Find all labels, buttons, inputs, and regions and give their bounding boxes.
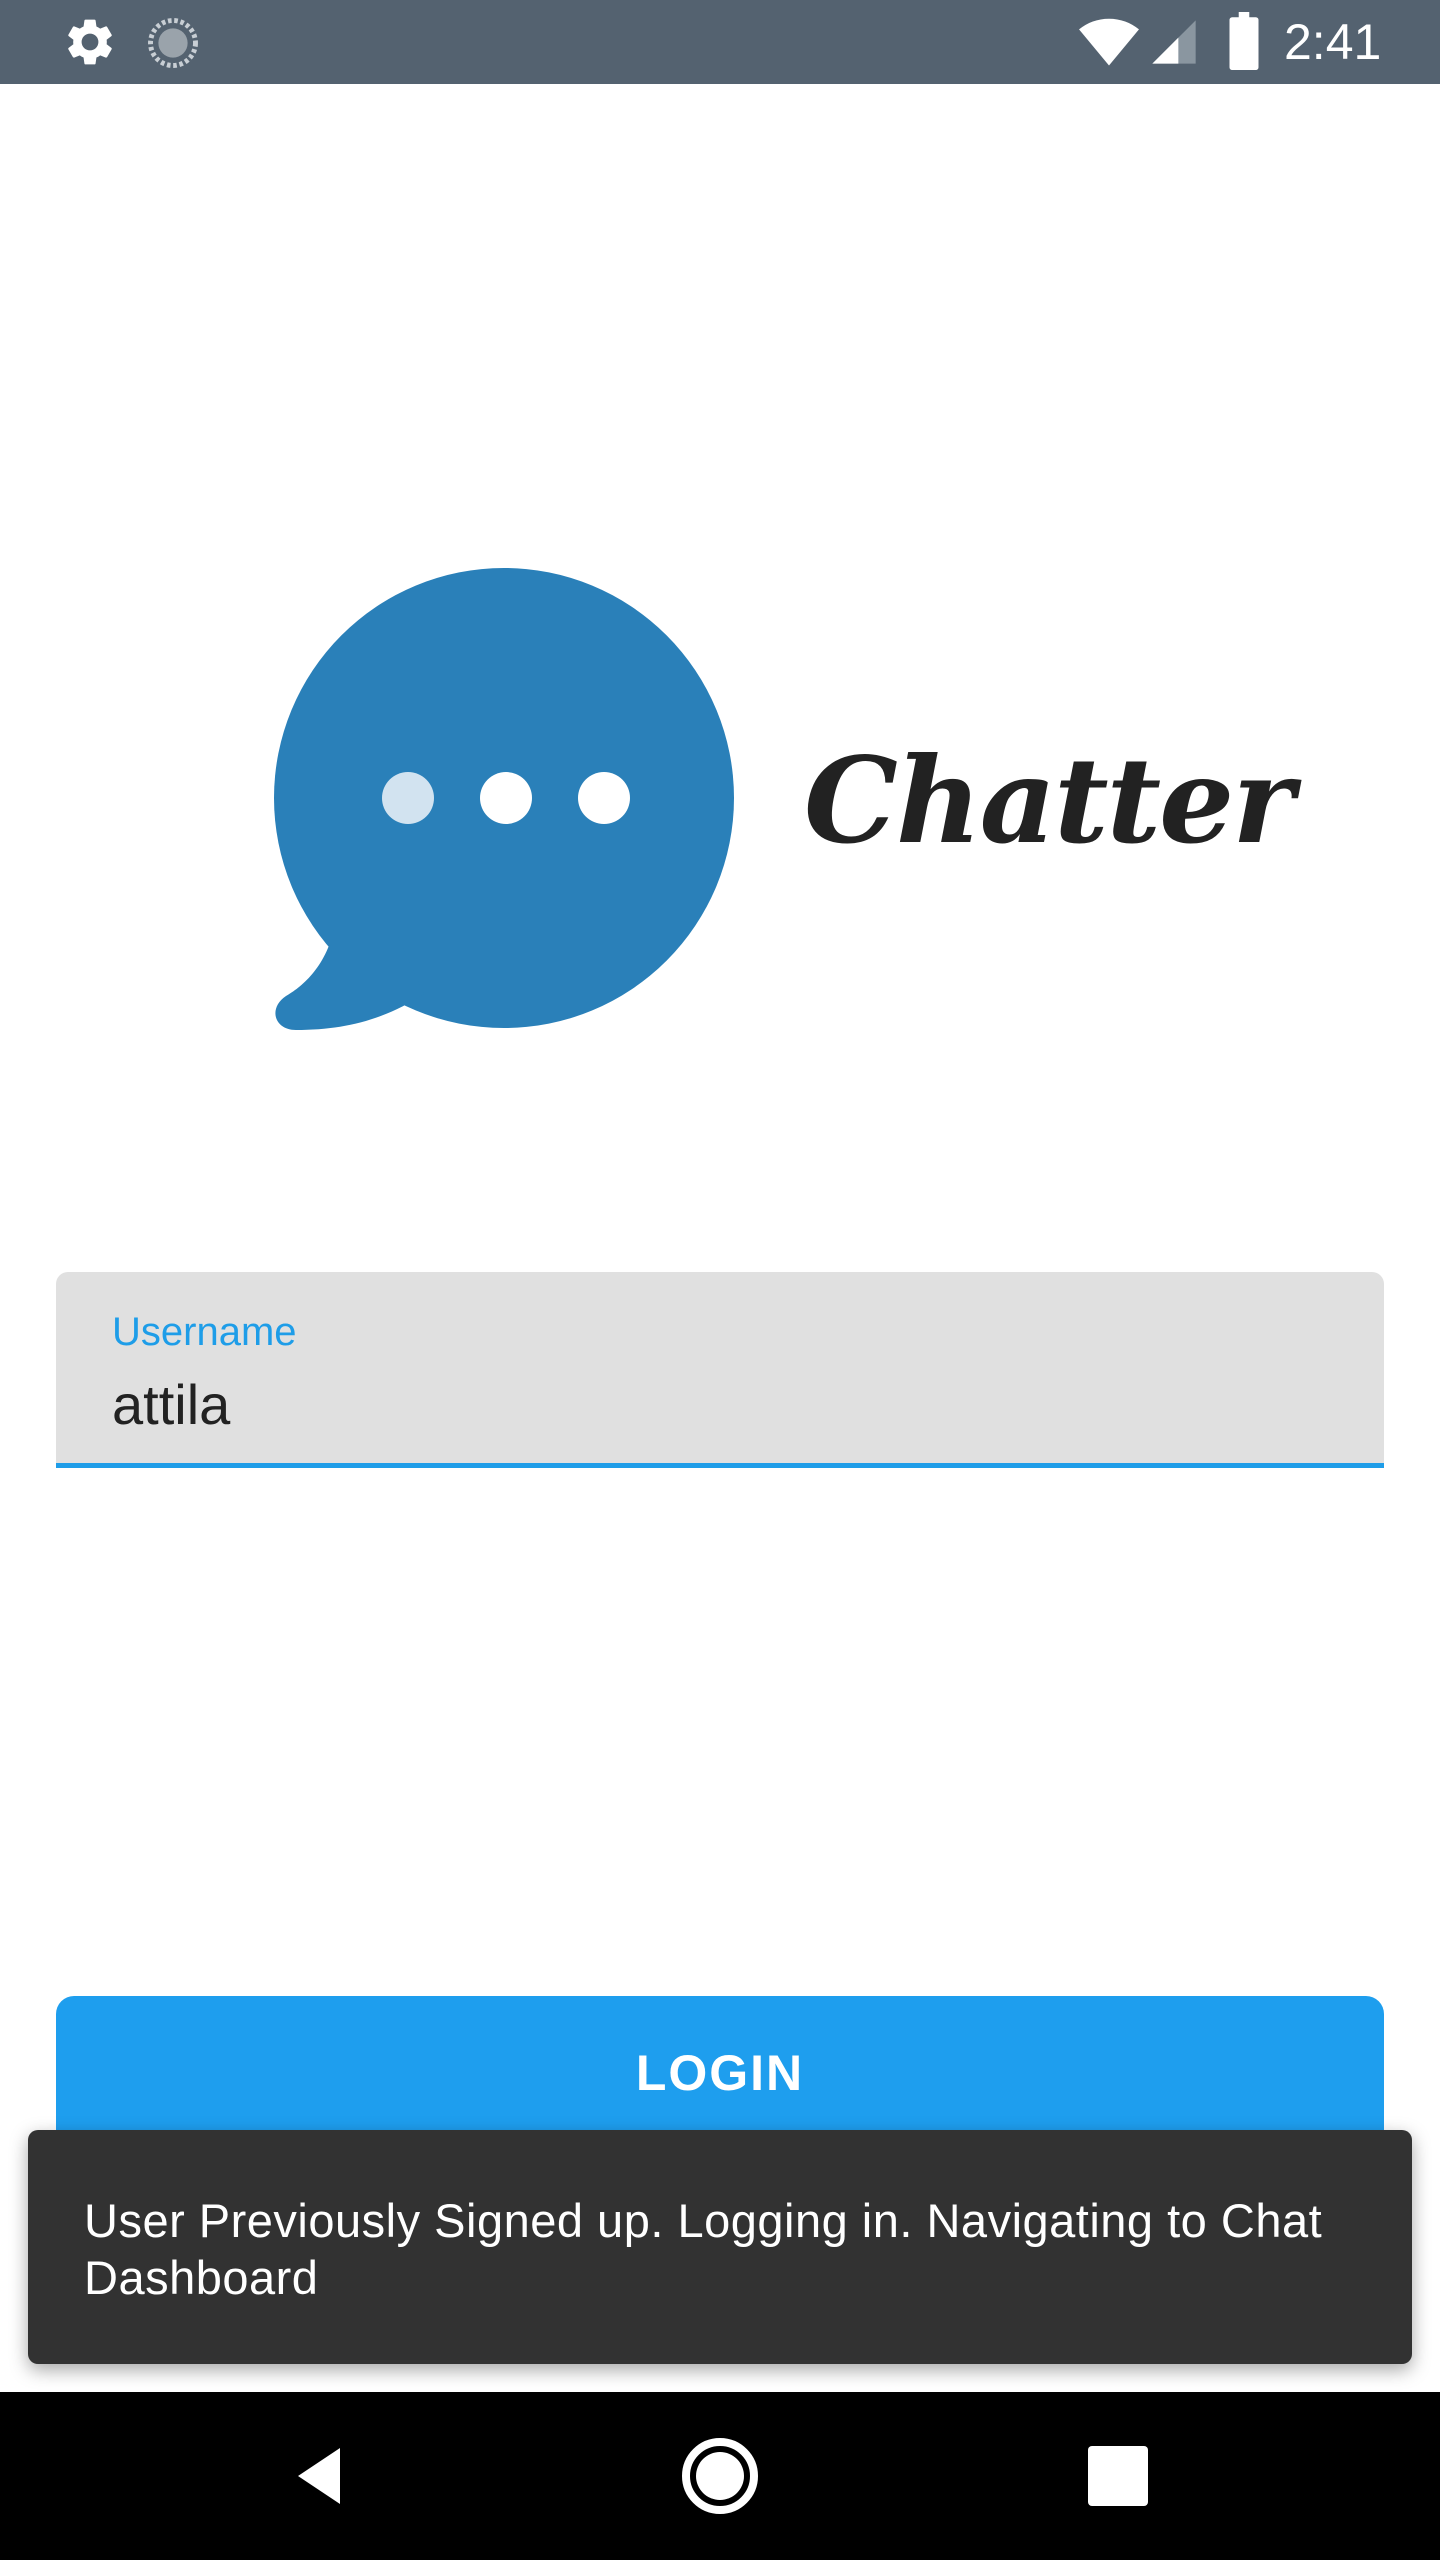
wifi-icon xyxy=(1079,18,1139,66)
gear-icon xyxy=(68,19,112,65)
login-screen: 2:41 Chatter Username LOGIN User Previou… xyxy=(0,0,1440,2560)
app-name: Chatter xyxy=(804,731,1294,870)
status-bar: 2:41 xyxy=(0,0,1440,84)
username-field[interactable]: Username xyxy=(56,1272,1384,1468)
snackbar-message: User Previously Signed up. Logging in. N… xyxy=(84,2194,1323,2304)
back-icon[interactable] xyxy=(280,2436,360,2516)
username-input[interactable] xyxy=(112,1366,1312,1442)
chat-bubble-icon xyxy=(274,568,734,1030)
home-icon[interactable] xyxy=(680,2436,760,2516)
username-label: Username xyxy=(112,1310,297,1354)
sync-icon xyxy=(148,18,198,68)
clock-time: 2:41 xyxy=(1284,14,1382,70)
battery-icon xyxy=(1229,12,1259,70)
signal-icon xyxy=(1152,20,1196,64)
snackbar: User Previously Signed up. Logging in. N… xyxy=(28,2130,1412,2364)
navigation-bar xyxy=(0,2392,1440,2560)
recents-icon[interactable] xyxy=(1078,2436,1158,2516)
